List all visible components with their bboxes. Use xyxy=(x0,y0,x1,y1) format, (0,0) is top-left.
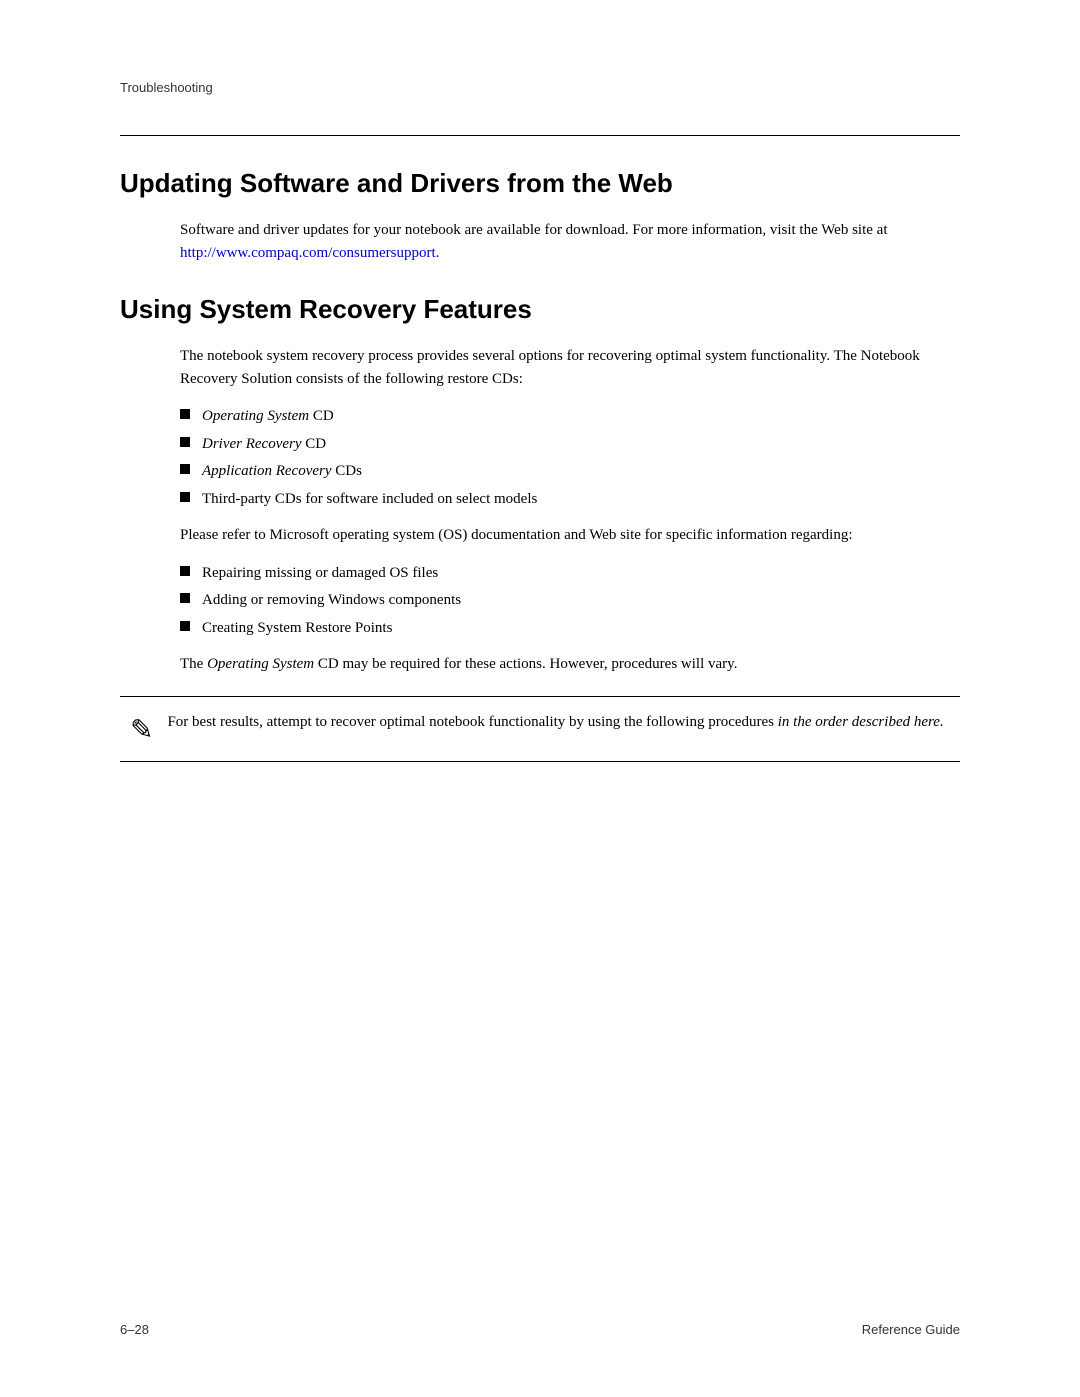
note-icon: ✎ xyxy=(130,713,153,747)
note-text: For best results, attempt to recover opt… xyxy=(167,711,943,734)
footer-page-number: 6–28 xyxy=(120,1322,149,1337)
bullet-icon xyxy=(180,621,190,631)
restore-cds-list: Operating System CD Driver Recovery CD A… xyxy=(180,405,960,510)
section2-title: Using System Recovery Features xyxy=(120,294,960,325)
section1-text: Software and driver updates for your not… xyxy=(180,222,887,238)
list-item-os: Operating System CD xyxy=(180,405,960,428)
bullet-icon xyxy=(180,566,190,576)
list-item-creating-text: Creating System Restore Points xyxy=(202,617,392,640)
list-item-adding-text: Adding or removing Windows components xyxy=(202,589,461,612)
bullet-icon xyxy=(180,593,190,603)
footer: 6–28 Reference Guide xyxy=(120,1322,960,1337)
bullet-icon xyxy=(180,464,190,474)
page: Troubleshooting Updating Software and Dr… xyxy=(0,0,1080,1397)
list-item-app: Application Recovery CDs xyxy=(180,460,960,483)
list-item-app-text: Application Recovery CDs xyxy=(202,460,362,483)
section-system-recovery: Using System Recovery Features The noteb… xyxy=(120,294,960,763)
bullet-icon xyxy=(180,409,190,419)
note-italic: in the order described here. xyxy=(778,714,944,730)
section2-body3: The Operating System CD may be required … xyxy=(180,653,960,676)
bullet-icon xyxy=(180,437,190,447)
list-item-driver-text: Driver Recovery CD xyxy=(202,433,326,456)
compaq-link[interactable]: http://www.compaq.com/consumersupport. xyxy=(180,245,439,261)
list-item-thirdparty-text: Third-party CDs for software included on… xyxy=(202,488,537,511)
list-item-adding: Adding or removing Windows components xyxy=(180,589,960,612)
section2-body2: Please refer to Microsoft operating syst… xyxy=(180,524,960,547)
header-divider xyxy=(120,135,960,136)
list-item-driver: Driver Recovery CD xyxy=(180,433,960,456)
list-item-thirdparty: Third-party CDs for software included on… xyxy=(180,488,960,511)
os-italic: Operating System xyxy=(207,656,314,672)
footer-title: Reference Guide xyxy=(862,1322,960,1337)
header-breadcrumb-area: Troubleshooting xyxy=(120,80,960,95)
list-item-os-text: Operating System CD xyxy=(202,405,334,428)
section2-body1: The notebook system recovery process pro… xyxy=(180,345,960,392)
section-updating-software: Updating Software and Drivers from the W… xyxy=(120,168,960,266)
list-item-repair: Repairing missing or damaged OS files xyxy=(180,562,960,585)
bullet-icon xyxy=(180,492,190,502)
os-info-list: Repairing missing or damaged OS files Ad… xyxy=(180,562,960,640)
list-item-repair-text: Repairing missing or damaged OS files xyxy=(202,562,438,585)
note-box: ✎ For best results, attempt to recover o… xyxy=(120,696,960,762)
section1-paragraph: Software and driver updates for your not… xyxy=(180,219,960,266)
section1-title: Updating Software and Drivers from the W… xyxy=(120,168,960,199)
list-item-creating: Creating System Restore Points xyxy=(180,617,960,640)
breadcrumb: Troubleshooting xyxy=(120,80,960,95)
